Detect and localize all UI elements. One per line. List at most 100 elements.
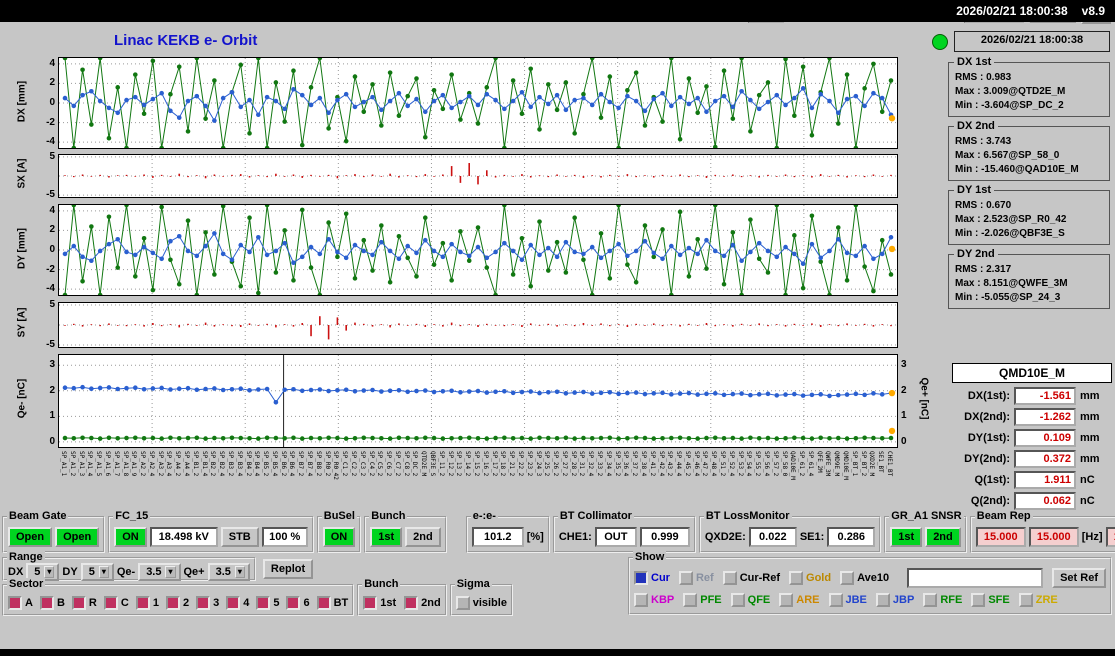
fc15-on-button[interactable]: ON [114, 527, 147, 547]
qe-minus-axis-label: Qe- [nC] [16, 378, 28, 419]
monitor-row-label: DY(2nd): [964, 453, 1010, 465]
show-checkbox-ave10[interactable]: Ave10 [840, 571, 889, 585]
bunch-filter-group: Bunch 1st 2nd [357, 578, 447, 616]
show-checkbox-jbe[interactable]: JBE [828, 593, 867, 607]
ref-file-input[interactable] [907, 568, 1044, 588]
checkbox-icon [789, 571, 804, 585]
monitor-row: DY(2nd): 0.372 mm [952, 450, 1112, 468]
dx-ytick: -2 [46, 116, 55, 128]
show-checkbox-gold[interactable]: Gold [789, 571, 831, 585]
bpm-name-label: SP_61_2 [798, 451, 806, 477]
range-qep-select[interactable]: 3.5 ▾ [207, 562, 250, 581]
bpm-name-label: SP_25_2 [543, 451, 551, 477]
gr-a1-2nd-button[interactable]: 2nd [925, 527, 961, 547]
show-checkbox-cur-ref[interactable]: Cur-Ref [722, 571, 781, 585]
dx-ytick: -4 [46, 136, 55, 148]
checkbox-label: JBE [845, 594, 867, 606]
bpm-name-label: SP_A1_9 [130, 451, 138, 477]
bpm-name-label: SP_13_2 [455, 451, 463, 477]
stat-box-title: DY 1st [954, 184, 995, 196]
bunch-2nd-button[interactable]: 2nd [405, 527, 441, 547]
bpm-name-label: SP_BT_1 [850, 451, 858, 477]
bpm-name-label: SP_34_4 [604, 451, 612, 477]
sector-checkbox-b[interactable]: B [39, 595, 65, 610]
set-ref-button[interactable]: Set Ref [1052, 568, 1106, 588]
show-checkbox-rfe[interactable]: RFE [923, 593, 962, 607]
checkbox-label: QFE [747, 594, 771, 606]
sigma-label: Sigma [454, 578, 492, 590]
sector-checkbox-6[interactable]: 6 [286, 595, 310, 610]
range-label: Range [7, 551, 45, 563]
show-checkbox-zre[interactable]: ZRE [1018, 593, 1058, 607]
replot-button[interactable]: Replot [262, 559, 314, 579]
monitor-row-label: DX(2nd): [964, 411, 1010, 423]
checkbox-icon [730, 593, 745, 607]
show-checkbox-qfe[interactable]: QFE [730, 593, 771, 607]
sector-checkbox-2[interactable]: 2 [165, 595, 189, 610]
checkbox-label: C [120, 596, 129, 609]
bpm-name-label: SP_14_2 [464, 451, 472, 477]
monitor-row-unit: mm [1080, 411, 1100, 423]
ee-ratio-field: 101.2 [471, 527, 524, 547]
bpm-name-label: SP_B1_2 [191, 451, 199, 477]
sector-checkbox-3[interactable]: 3 [196, 595, 219, 610]
checkbox-label: RFE [940, 594, 963, 606]
chevron-down-icon: ▾ [234, 565, 245, 578]
bpm-name-label: SP_12_2 [446, 451, 454, 477]
bpm-name-label: SP_57_2 [771, 451, 779, 477]
bunch-checkbox-1st[interactable]: 1st [363, 595, 396, 610]
sector-checkbox-5[interactable]: 5 [256, 595, 279, 610]
monitor-row-label: DY(1st): [967, 432, 1010, 444]
range-qem-label: Qe- [116, 565, 136, 578]
beam-rep-field-2: 15.000 [1028, 527, 1079, 547]
show-checkbox-kbp[interactable]: KBP [634, 593, 674, 607]
checkbox-label: 1 [152, 596, 159, 609]
che1-label: CHE1: [558, 531, 592, 543]
monitor-row-unit: mm [1080, 432, 1100, 444]
sector-checkbox-4[interactable]: 4 [226, 595, 249, 610]
show-checkbox-ref[interactable]: Ref [678, 571, 714, 585]
sector-checkbox-c[interactable]: C [103, 595, 129, 610]
range-dy-select[interactable]: 5 ▾ [80, 562, 114, 581]
busel-on-button[interactable]: ON [322, 527, 356, 547]
checkbox-label: Cur-Ref [739, 572, 781, 584]
gr-a1-1st-button[interactable]: 1st [890, 527, 923, 547]
bpm-name-label: SP_11_2 [437, 451, 445, 477]
bpm-name-label: SP_51_2 [719, 451, 727, 477]
bpm-name-label: SP_45_2 [683, 451, 691, 477]
sector-checkbox-bt[interactable]: BT [316, 595, 348, 610]
sigma-visible-checkbox[interactable]: visible [455, 595, 507, 610]
sector-checkbox-r[interactable]: R [71, 595, 97, 610]
range-qem-select[interactable]: 3.5 ▾ [138, 562, 181, 581]
bunch-filter-label: Bunch [362, 578, 401, 590]
sector-checkbox-1[interactable]: 1 [135, 595, 159, 610]
bunch-checkbox-2nd[interactable]: 2nd [404, 595, 441, 610]
bunch-1st-button[interactable]: 1st [370, 527, 403, 547]
show-checkbox-are[interactable]: ARE [779, 593, 820, 607]
checkbox-icon [923, 593, 938, 607]
show-row-regions: KBP PFE QFE ARE JBE JBP RFE SFE ZRE [634, 589, 1106, 611]
range-qep-label: Qe+ [183, 565, 205, 578]
bpm-name-label: SP_A1_6 [103, 451, 111, 477]
titlebar: 2026/02/21 18:00:38 v8.9 [0, 0, 1115, 22]
stat-line: RMS : 3.743 [955, 136, 1012, 147]
checkbox-label: Ave10 [857, 572, 890, 584]
bpm-name-label: SP_A2_4 [147, 451, 155, 477]
beam-gate-open-button-2[interactable]: Open [55, 527, 100, 547]
range-dy-label: DY [62, 565, 78, 578]
stat-box: DY 1st RMS : 0.670 Max : 2.523@SP_R0_42 Min… [948, 184, 1110, 245]
che1-value-field: 0.999 [639, 527, 690, 547]
bpm-name-label: SP_R0_2 [323, 451, 331, 477]
show-checkbox-pfe[interactable]: PFE [683, 593, 722, 607]
show-checkbox-cur[interactable]: Cur [634, 571, 670, 585]
show-checkbox-sfe[interactable]: SFE [971, 593, 1010, 607]
show-checkbox-jbp[interactable]: JBP [875, 593, 914, 607]
beam-gate-open-button-1[interactable]: Open [8, 527, 53, 547]
monitor-name: QMD10E_M [952, 363, 1112, 383]
sector-checkbox-a[interactable]: A [8, 595, 33, 610]
sy-axis-label: SY [A] [16, 307, 28, 338]
bpm-name-label: SP_15_2 [473, 451, 480, 477]
page-title: Linac KEKB e- Orbit [114, 32, 258, 49]
fc15-stb-button[interactable]: STB [220, 527, 259, 547]
stat-line: RMS : 0.670 [955, 200, 1012, 211]
